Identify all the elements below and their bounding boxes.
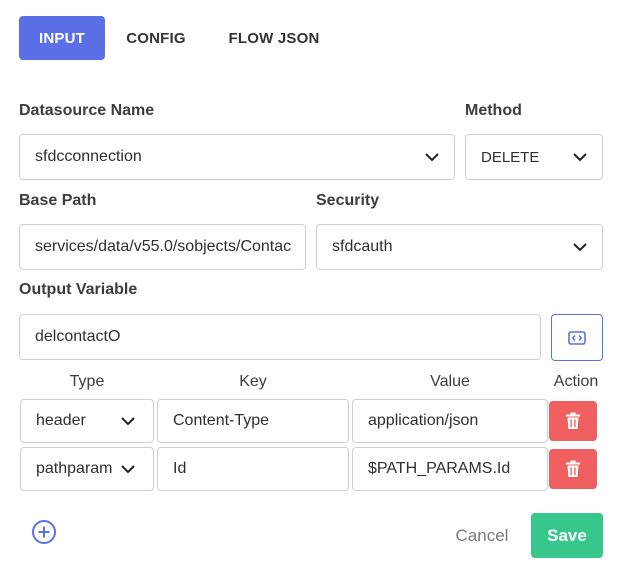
base-path-value: services/data/v55.0/sobjects/Contact — [35, 238, 291, 255]
row2-value-input[interactable]: $PATH_PARAMS.Id — [352, 447, 548, 491]
row2-key-input[interactable]: Id — [157, 447, 349, 491]
trash-icon — [566, 412, 580, 429]
datasource-value: sfdcconnection — [35, 148, 142, 165]
chevron-down-icon — [425, 153, 439, 162]
row1-key-input[interactable]: Content-Type — [157, 399, 349, 443]
add-row-button[interactable] — [31, 519, 57, 545]
chevron-down-icon — [121, 417, 135, 426]
chevron-down-icon — [121, 465, 135, 474]
col-key-header: Key — [239, 373, 267, 390]
row2-type-select[interactable]: pathparam — [20, 447, 154, 491]
output-variable-value: delcontactO — [35, 328, 121, 345]
security-label: Security — [316, 192, 380, 209]
code-editor-button[interactable] — [551, 314, 603, 361]
col-action-header: Action — [553, 373, 599, 390]
code-icon — [568, 330, 586, 345]
row1-type-value: header — [36, 412, 86, 429]
method-label: Method — [465, 102, 522, 119]
row1-type-select[interactable]: header — [20, 399, 154, 443]
output-variable-input[interactable]: delcontactO — [19, 314, 541, 360]
trash-icon — [566, 460, 580, 477]
output-variable-label: Output Variable — [19, 281, 138, 298]
base-path-input[interactable]: services/data/v55.0/sobjects/Contact — [19, 224, 306, 270]
chevron-down-icon — [573, 153, 587, 162]
chevron-down-icon — [573, 243, 587, 252]
method-value: DELETE — [481, 148, 540, 166]
save-button[interactable]: Save — [531, 513, 603, 558]
row2-key-value: Id — [173, 460, 187, 477]
row1-key-value: Content-Type — [173, 412, 270, 429]
tab-config[interactable]: CONFIG — [118, 16, 194, 60]
datasource-select[interactable]: sfdcconnection — [19, 134, 455, 180]
row2-value-value: $PATH_PARAMS.Id — [368, 460, 511, 477]
row1-value-value: application/json — [368, 412, 479, 429]
security-value: sfdcauth — [332, 238, 393, 255]
col-value-header: Value — [430, 373, 470, 390]
datasource-label: Datasource Name — [19, 102, 155, 119]
security-select[interactable]: sfdcauth — [316, 224, 603, 270]
row1-value-input[interactable]: application/json — [352, 399, 548, 443]
row2-type-value: pathparam — [36, 460, 113, 477]
col-type-header: Type — [69, 373, 105, 390]
method-select[interactable]: DELETE — [465, 134, 603, 180]
tab-input[interactable]: INPUT — [19, 16, 105, 60]
tab-flow-json[interactable]: FLOW JSON — [220, 16, 328, 60]
row2-delete-button[interactable] — [549, 449, 597, 489]
cancel-button[interactable]: Cancel — [444, 514, 520, 558]
row1-delete-button[interactable] — [549, 401, 597, 441]
base-path-label: Base Path — [19, 192, 97, 209]
